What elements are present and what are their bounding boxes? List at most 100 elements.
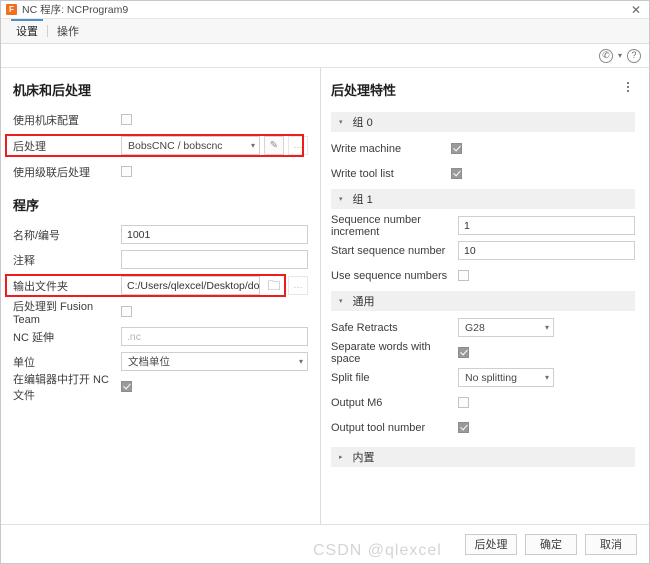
edit-post-processor-button[interactable]: ✎ xyxy=(264,136,284,155)
row-open-nc-in-editor: 在编辑器中打开 NC 文件 xyxy=(13,374,308,402)
chevron-down-icon: ▾ xyxy=(339,298,343,305)
checkbox-separate-words-with-space[interactable] xyxy=(458,347,469,358)
ok-button[interactable]: 确定 xyxy=(525,533,577,555)
checkbox-use-cascading-post[interactable] xyxy=(121,166,132,177)
tab-bar: 设置 操作 xyxy=(1,19,649,44)
window-title: NC 程序: NCProgram9 xyxy=(22,4,129,16)
row-post-to-fusion-team: 后处理到 Fusion Team xyxy=(13,300,308,326)
label-unit: 单位 xyxy=(13,356,35,369)
chevron-down-icon: ▾ xyxy=(544,323,549,332)
toolbar-strip: ✆ ▾ ? xyxy=(1,44,649,68)
help-icon[interactable]: ? xyxy=(627,48,641,63)
row-output-tool-number: Output tool number xyxy=(331,416,635,439)
group-header-3[interactable]: ▸ 内置 xyxy=(331,447,635,467)
label-use-sequence-numbers: Use sequence numbers xyxy=(331,269,448,282)
group-label-0: 组 0 xyxy=(352,117,373,129)
row-write-machine: Write machine xyxy=(331,137,635,160)
tab-operations[interactable]: 操作 xyxy=(48,19,88,43)
checkbox-output-m6[interactable] xyxy=(458,397,469,408)
group-header-2[interactable]: ▾ 通用 xyxy=(331,291,635,311)
safe-retracts-combo[interactable]: G28 ▾ xyxy=(458,318,554,337)
checkbox-use-machine-config[interactable] xyxy=(121,114,132,125)
browse-output-folder-button[interactable]: … xyxy=(288,276,308,295)
browse-post-processor-button[interactable]: … xyxy=(288,136,308,155)
nc-program-dialog: F NC 程序: NCProgram9 ✕ 设置 操作 ✆ ▾ ? 机床和后处理… xyxy=(0,0,650,564)
close-icon[interactable]: ✕ xyxy=(623,1,649,19)
row-name-number: 名称/编号 1001 xyxy=(13,223,308,246)
dialog-footer: 后处理 确定 取消 CSDN @qlexcel xyxy=(1,524,649,563)
label-safe-retracts: Safe Retracts xyxy=(331,321,398,334)
checkbox-open-nc-in-editor[interactable] xyxy=(121,381,132,392)
start-sequence-number-input[interactable]: 10 xyxy=(458,241,635,260)
name-number-input[interactable]: 1001 xyxy=(121,225,308,244)
label-comment: 注释 xyxy=(13,254,35,267)
checkbox-use-sequence-numbers[interactable] xyxy=(458,270,469,281)
comment-input[interactable] xyxy=(121,250,308,269)
chevron-down-icon: ▾ xyxy=(339,119,343,126)
post-processor-value: BobsCNC / bobscnc xyxy=(128,139,223,152)
label-output-tool-number: Output tool number xyxy=(331,421,426,434)
output-folder-input[interactable]: C:/Users/qlexcel/Desktop/doc xyxy=(121,276,260,295)
label-nc-extension: NC 延伸 xyxy=(13,331,54,344)
unit-value: 文档单位 xyxy=(128,356,170,368)
chevron-down-icon[interactable]: ▾ xyxy=(617,51,623,60)
label-name-number: 名称/编号 xyxy=(13,229,61,242)
split-file-value: No splitting xyxy=(465,371,517,384)
label-post-processor: 后处理 xyxy=(13,140,46,153)
row-post-processor: 后处理 BobsCNC / bobscnc ▾ ✎ … xyxy=(5,133,308,158)
row-use-machine-config: 使用机床配置 xyxy=(13,108,308,131)
group-header-1[interactable]: ▾ 组 1 xyxy=(331,189,635,209)
more-vertical-icon[interactable] xyxy=(621,78,635,96)
row-nc-extension: NC 延伸 .nc xyxy=(13,325,308,348)
chevron-down-icon: ▾ xyxy=(298,357,303,366)
checkbox-output-tool-number[interactable] xyxy=(458,422,469,433)
checkbox-post-to-fusion-team[interactable] xyxy=(121,306,132,317)
unit-combo[interactable]: 文档单位 ▾ xyxy=(121,352,308,371)
tab-settings[interactable]: 设置 xyxy=(7,19,47,43)
sequence-number-increment-input[interactable]: 1 xyxy=(458,216,635,235)
chevron-down-icon: ▾ xyxy=(250,141,255,150)
row-safe-retracts: Safe Retracts G28 ▾ xyxy=(331,316,635,339)
post-processor-combo[interactable]: BobsCNC / bobscnc ▾ xyxy=(121,136,260,155)
phone-icon[interactable]: ✆ xyxy=(598,48,613,63)
label-output-folder: 输出文件夹 xyxy=(13,280,68,293)
dialog-body: 机床和后处理 使用机床配置 后处理 BobsCNC / bobscnc ▾ ✎ … xyxy=(1,68,649,524)
group-label-2: 通用 xyxy=(352,296,375,308)
post-properties-panel: 后处理特性 ▾ 组 0 Write machine Write tool lis… xyxy=(321,68,649,524)
chevron-down-icon: ▾ xyxy=(339,196,343,203)
split-file-combo[interactable]: No splitting ▾ xyxy=(458,368,554,387)
post-properties-header: 后处理特性 xyxy=(331,78,635,108)
group-label-1: 组 1 xyxy=(352,194,373,206)
label-post-to-fusion-team: 后处理到 Fusion Team xyxy=(13,300,94,326)
chevron-right-icon: ▸ xyxy=(339,454,343,461)
label-start-sequence-number: Start sequence number xyxy=(331,244,446,257)
row-write-tool-list: Write tool list xyxy=(331,162,635,185)
section-title-program: 程序 xyxy=(13,198,40,213)
row-output-folder: 输出文件夹 C:/Users/qlexcel/Desktop/doc 🗀 … xyxy=(5,273,308,298)
label-open-nc-in-editor: 在编辑器中打开 NC 文件 xyxy=(13,373,109,402)
cancel-button[interactable]: 取消 xyxy=(585,533,637,555)
settings-panel: 机床和后处理 使用机床配置 后处理 BobsCNC / bobscnc ▾ ✎ … xyxy=(1,68,321,524)
label-split-file: Split file xyxy=(331,371,370,384)
label-write-tool-list: Write tool list xyxy=(331,167,394,180)
chevron-down-icon: ▾ xyxy=(544,373,549,382)
row-start-sequence-number: Start sequence number 10 xyxy=(331,239,635,262)
group-header-0[interactable]: ▾ 组 0 xyxy=(331,112,635,132)
row-split-file: Split file No splitting ▾ xyxy=(331,366,635,389)
checkbox-write-tool-list[interactable] xyxy=(451,168,462,179)
row-use-cascading-post: 使用级联后处理 xyxy=(13,160,308,183)
watermark: CSDN @qlexcel xyxy=(313,542,442,559)
title-bar: F NC 程序: NCProgram9 ✕ xyxy=(1,1,649,19)
row-use-sequence-numbers: Use sequence numbers xyxy=(331,264,635,287)
nc-extension-input[interactable]: .nc xyxy=(121,327,308,346)
label-use-cascading-post: 使用级联后处理 xyxy=(13,166,90,179)
safe-retracts-value: G28 xyxy=(465,321,485,334)
folder-icon[interactable]: 🗀 xyxy=(264,276,284,295)
label-output-m6: Output M6 xyxy=(331,396,383,409)
post-process-button[interactable]: 后处理 xyxy=(465,533,517,555)
label-sequence-number-increment: Sequence number increment xyxy=(331,213,421,238)
checkbox-write-machine[interactable] xyxy=(451,143,462,154)
row-separate-words-with-space: Separate words with space xyxy=(331,340,635,365)
label-separate-words-with-space: Separate words with space xyxy=(331,340,431,365)
fusion-app-icon: F xyxy=(6,4,17,15)
